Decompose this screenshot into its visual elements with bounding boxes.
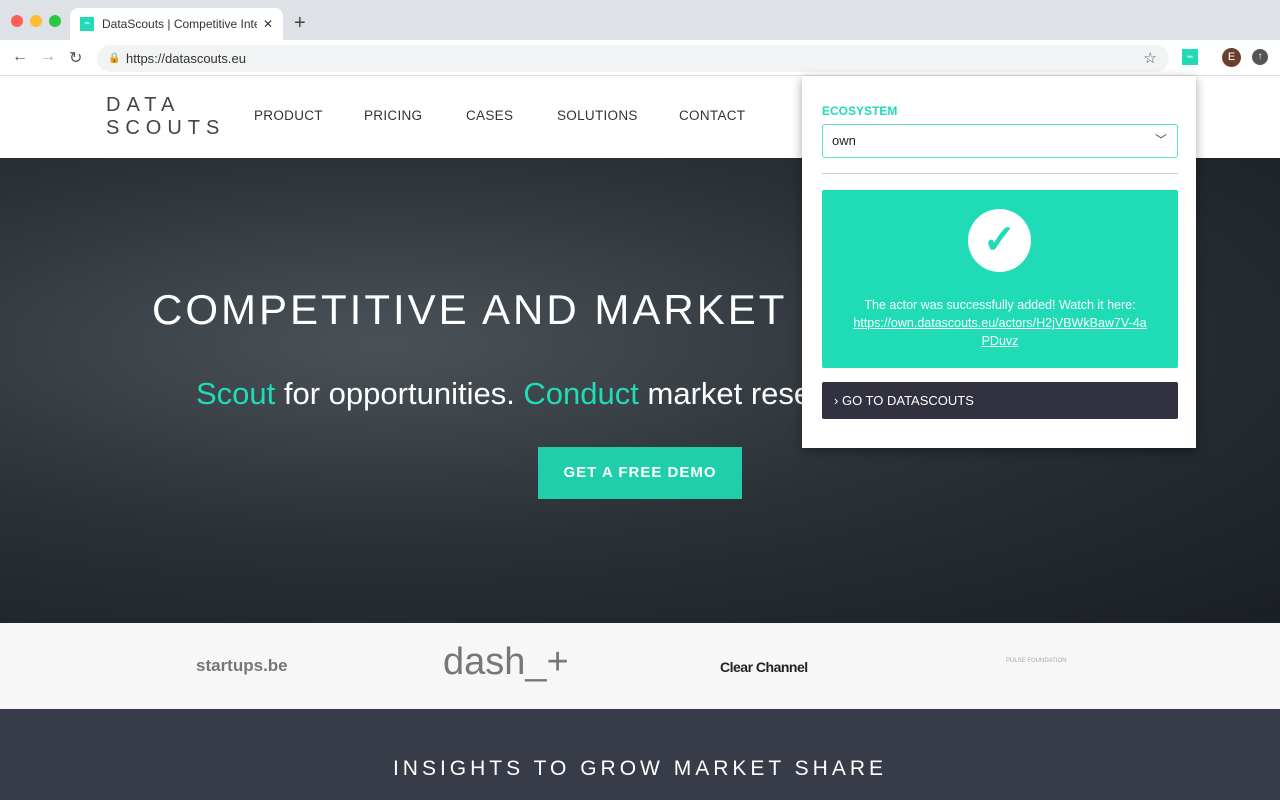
browser-tab[interactable]: ⌁ DataScouts | Competitive Intelligence … bbox=[70, 8, 283, 40]
close-tab-icon[interactable]: ✕ bbox=[263, 17, 273, 31]
go-to-datascouts-button[interactable]: › GO TO DATASCOUTS bbox=[822, 382, 1178, 419]
logo-line-2: SCOUTS bbox=[106, 117, 226, 139]
extension-popup: ECOSYSTEM own ﹀ ✓ The actor was successfu… bbox=[802, 76, 1196, 448]
hero-subtitle: Scout for opportunities. Conduct market … bbox=[196, 376, 811, 412]
profile-avatar[interactable]: E bbox=[1222, 48, 1241, 67]
chevron-down-icon: ﹀ bbox=[1154, 133, 1167, 147]
sub-highlight-conduct: Conduct bbox=[523, 376, 639, 411]
url-text: https://datascouts.eu bbox=[126, 51, 246, 66]
logo-line-1: DATA bbox=[106, 94, 181, 116]
update-icon[interactable]: ↑ bbox=[1252, 49, 1268, 65]
clear-channel-logo: Clear Channel bbox=[720, 659, 808, 675]
insights-section: INSIGHTS TO GROW MARKET SHARE bbox=[0, 709, 1280, 800]
datascouts-logo[interactable]: DATA SCOUTS bbox=[106, 94, 225, 140]
success-panel: ✓ The actor was successfully added! Watc… bbox=[822, 190, 1178, 368]
nav-cases[interactable]: CASES bbox=[466, 108, 513, 123]
ecosystem-value: own bbox=[832, 133, 856, 148]
checkmark-icon: ✓ bbox=[968, 209, 1031, 272]
actor-link[interactable]: https://own.datascouts.eu/actors/H2jVBWk… bbox=[822, 314, 1178, 350]
minimize-window-button[interactable] bbox=[30, 15, 42, 27]
nav-pricing[interactable]: PRICING bbox=[364, 108, 422, 123]
tab-bar: ⌁ DataScouts | Competitive Intelligence … bbox=[0, 0, 1280, 40]
partner-logos: startups.be dash_+ Clear Channel PULSE F… bbox=[0, 623, 1280, 709]
ecosystem-select[interactable]: own ﹀ bbox=[822, 124, 1178, 158]
sub-text-1: for opportunities. bbox=[275, 376, 524, 411]
datascouts-favicon-icon: ⌁ bbox=[80, 17, 94, 31]
success-message: The actor was successfully added! Watch … bbox=[864, 298, 1136, 312]
new-tab-icon[interactable]: + bbox=[294, 12, 306, 35]
bookmark-star-icon[interactable]: ☆ bbox=[1144, 45, 1157, 72]
nav-solutions[interactable]: SOLUTIONS bbox=[557, 108, 638, 123]
chevron-right-icon: › bbox=[834, 393, 842, 408]
ecosystem-label: ECOSYSTEM bbox=[822, 104, 898, 118]
sub-highlight-scout: Scout bbox=[196, 376, 276, 411]
startups-logo: startups.be bbox=[196, 656, 288, 675]
nav-contact[interactable]: CONTACT bbox=[679, 108, 745, 123]
hero-title: COMPETITIVE AND MARKET bbox=[152, 286, 788, 333]
maximize-window-button[interactable] bbox=[49, 15, 61, 27]
reload-icon[interactable]: ↻ bbox=[69, 48, 82, 68]
dash-logo: dash_+ bbox=[443, 641, 569, 683]
nav-product[interactable]: PRODUCT bbox=[254, 108, 323, 123]
browser-toolbar: ← → ↻ 🔒 https://datascouts.eu ☆ ⌁ E ↑ bbox=[0, 40, 1280, 76]
close-window-button[interactable] bbox=[11, 15, 23, 27]
back-icon[interactable]: ← bbox=[12, 48, 28, 66]
insights-title: INSIGHTS TO GROW MARKET SHARE bbox=[392, 757, 888, 780]
tab-title: DataScouts | Competitive Intelligence bbox=[102, 17, 257, 31]
address-bar[interactable]: 🔒 https://datascouts.eu ☆ bbox=[97, 45, 1169, 72]
datascouts-extension-icon[interactable]: ⌁ bbox=[1182, 49, 1198, 65]
free-demo-button[interactable]: GET A FREE DEMO bbox=[538, 447, 742, 499]
sub-text-2: market rese bbox=[638, 376, 812, 411]
forward-icon[interactable]: → bbox=[40, 48, 56, 66]
go-to-label: GO TO DATASCOUTS bbox=[841, 393, 974, 408]
pulse-foundation-logo: PULSE FOUNDATION bbox=[1006, 658, 1067, 664]
divider bbox=[822, 173, 1178, 174]
lock-icon: 🔒 bbox=[108, 53, 121, 64]
